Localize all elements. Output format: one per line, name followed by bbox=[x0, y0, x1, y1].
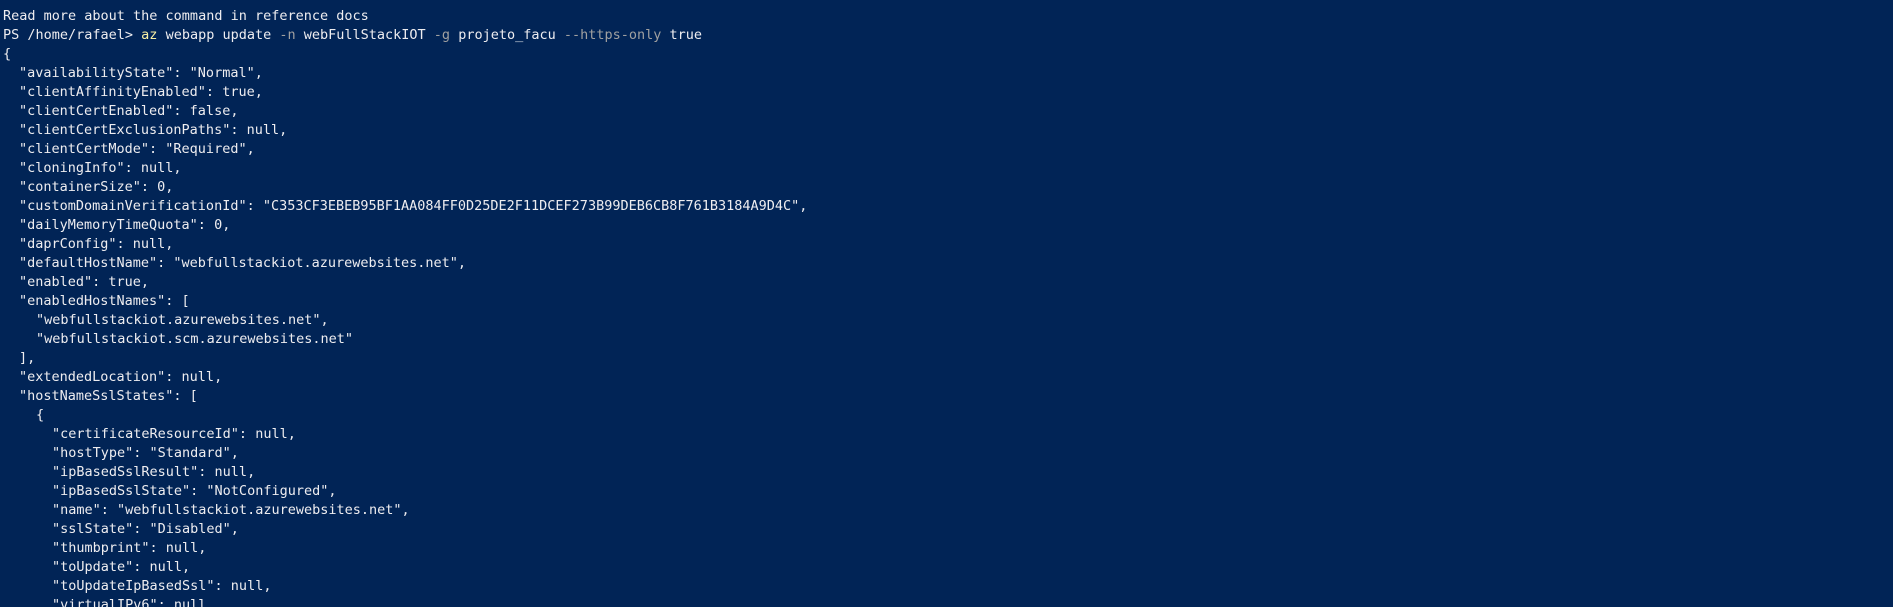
json-line: "customDomainVerificationId": "C353CF3EB… bbox=[19, 198, 808, 214]
json-line: "ipBasedSslResult": null, bbox=[52, 464, 256, 480]
json-line: "enabled": true, bbox=[19, 274, 150, 290]
json-line: "name": "webfullstackiot.azurewebsites.n… bbox=[52, 502, 410, 518]
json-line: "toUpdate": null, bbox=[52, 559, 191, 575]
cut-off-line: --------- -- - -- --- -- bbox=[3, 0, 1893, 7]
json-line: "sslState": "Disabled", bbox=[52, 521, 239, 537]
json-line: "webfullstackiot.azurewebsites.net", bbox=[36, 312, 329, 328]
json-line: { bbox=[36, 407, 45, 423]
json-line: "defaultHostName": "webfullstackiot.azur… bbox=[19, 255, 467, 271]
json-line: "clientCertExclusionPaths": null, bbox=[19, 122, 288, 138]
reference-docs-message: Read more about the command in reference… bbox=[3, 8, 369, 24]
json-line: "hostType": "Standard", bbox=[52, 445, 239, 461]
https-only-value: true bbox=[661, 27, 703, 43]
json-line: "ipBasedSslState": "NotConfigured", bbox=[52, 483, 337, 499]
prompt-path: PS /home/rafael> bbox=[3, 27, 142, 43]
json-line: "toUpdateIpBasedSsl": null, bbox=[52, 578, 272, 594]
flag-name-option: -n bbox=[279, 27, 296, 43]
json-line: "virtualIPv6": null, bbox=[52, 597, 215, 607]
terminal-window[interactable]: --------- -- - -- --- -- Read more about… bbox=[0, 0, 1893, 607]
json-line: "cloningInfo": null, bbox=[19, 160, 182, 176]
json-line: "certificateResourceId": null, bbox=[52, 426, 296, 442]
terminal-output: --------- -- - -- --- -- Read more about… bbox=[3, 0, 1893, 607]
json-line: "daprConfig": null, bbox=[19, 236, 174, 252]
json-line: "hostNameSslStates": [ bbox=[19, 388, 198, 404]
json-line: "containerSize": 0, bbox=[19, 179, 174, 195]
resource-group-value: projeto_facu bbox=[450, 27, 564, 43]
json-line: "dailyMemoryTimeQuota": 0, bbox=[19, 217, 231, 233]
json-line: ], bbox=[19, 350, 36, 366]
json-line: "availabilityState": "Normal", bbox=[19, 65, 263, 81]
command-prompt-line: PS /home/rafael> az webapp update -n web… bbox=[3, 26, 1893, 45]
json-open-brace: { bbox=[3, 46, 12, 62]
command-name: az bbox=[141, 27, 158, 43]
json-line: "webfullstackiot.scm.azurewebsites.net" bbox=[36, 331, 353, 347]
json-line: "extendedLocation": null, bbox=[19, 369, 223, 385]
app-name-value: webFullStackIOT bbox=[295, 27, 434, 43]
json-line: "thumbprint": null, bbox=[52, 540, 207, 556]
json-line: "enabledHostNames": [ bbox=[19, 293, 190, 309]
command-subcommand: webapp update bbox=[157, 27, 280, 43]
flag-https-only-option: --https-only bbox=[563, 27, 662, 43]
json-line: "clientAffinityEnabled": true, bbox=[19, 84, 263, 100]
json-line: "clientCertEnabled": false, bbox=[19, 103, 239, 119]
flag-group-option: -g bbox=[433, 27, 451, 43]
json-line: "clientCertMode": "Required", bbox=[19, 141, 255, 157]
